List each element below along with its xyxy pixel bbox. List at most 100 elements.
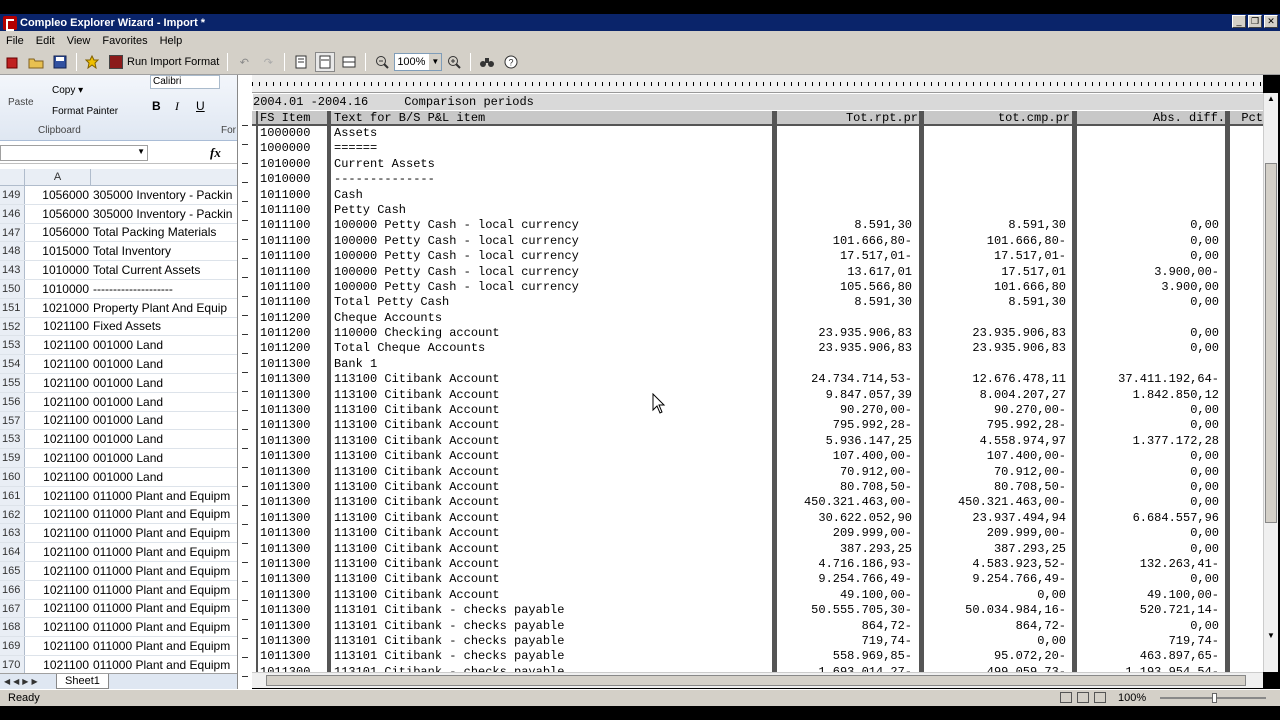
report-row[interactable]: 1011000 Cash	[252, 188, 1263, 203]
table-row[interactable]: 159 1021100 001000 Land	[0, 449, 237, 468]
row-number[interactable]: 146	[0, 204, 25, 223]
cell-a[interactable]: 1021100	[25, 357, 91, 371]
multi-page-icon[interactable]	[339, 52, 359, 72]
table-row[interactable]: 164 1021100 011000 Plant and Equipm	[0, 543, 237, 562]
row-number[interactable]: 163	[0, 524, 25, 543]
cell-b[interactable]: 011000 Plant and Equipm	[91, 507, 237, 521]
cell-b[interactable]: 001000 Land	[91, 413, 237, 427]
cell-a[interactable]: 1010000	[25, 263, 91, 277]
row-number[interactable]: 160	[0, 467, 25, 486]
cell-a[interactable]: 1021100	[25, 413, 91, 427]
cell-b[interactable]: 001000 Land	[91, 338, 237, 352]
report-row[interactable]: 1000000 ======	[252, 141, 1263, 156]
report-row[interactable]: 1011300 113101 Citibank - checks payable 7…	[252, 634, 1263, 649]
cell-b[interactable]: --------------------	[91, 282, 237, 296]
name-box[interactable]: ▼	[0, 145, 148, 161]
cell-a[interactable]: 1021100	[25, 470, 91, 484]
cell-a[interactable]: 1021100	[25, 601, 91, 615]
row-number[interactable]: 164	[0, 543, 25, 561]
row-number[interactable]: 147	[0, 223, 25, 242]
cell-b[interactable]: Fixed Assets	[91, 319, 237, 333]
cell-b[interactable]: 011000 Plant and Equipm	[91, 583, 237, 597]
row-number[interactable]: 148	[0, 242, 25, 261]
cell-a[interactable]: 1015000	[25, 244, 91, 258]
table-row[interactable]: 162 1021100 011000 Plant and Equipm	[0, 505, 237, 525]
table-row[interactable]: 161 1021100 011000 Plant and Equipm	[0, 486, 237, 506]
cell-b[interactable]: 011000 Plant and Equipm	[91, 639, 237, 653]
favorites-star-icon[interactable]	[83, 52, 103, 72]
table-row[interactable]: 170 1021100 011000 Plant and Equipm	[0, 655, 237, 675]
scroll-down-icon[interactable]: ▼	[1265, 630, 1277, 642]
scroll-up-icon[interactable]: ▲	[1265, 93, 1277, 105]
report-row[interactable]: 1011300 113100 Citibank Account 4.716.186,…	[252, 557, 1263, 572]
table-row[interactable]: 160 1021100 001000 Land	[0, 467, 237, 487]
help-icon[interactable]: ?	[501, 52, 521, 72]
cell-a[interactable]: 1021100	[25, 639, 91, 653]
redo-icon[interactable]: ↷	[258, 52, 278, 72]
bold-button[interactable]: B	[152, 99, 161, 113]
report-row[interactable]: 1011100 Petty Cash	[252, 203, 1263, 218]
page-layout-view-icon[interactable]	[1077, 692, 1089, 703]
cell-b[interactable]: Property Plant And Equip	[91, 301, 237, 315]
row-number[interactable]: 167	[0, 599, 25, 618]
report-row[interactable]: 1011200 Cheque Accounts	[252, 311, 1263, 326]
zoom-select[interactable]: 100% ▼	[394, 53, 443, 71]
table-row[interactable]: 150 1010000 --------------------	[0, 279, 237, 299]
zoom-in-icon[interactable]	[444, 52, 464, 72]
undo-icon[interactable]: ↶	[234, 52, 254, 72]
chevron-down-icon[interactable]: ▼	[429, 54, 442, 70]
cell-a[interactable]: 1021100	[25, 451, 91, 465]
page-width-icon[interactable]	[315, 52, 336, 72]
menu-edit[interactable]: Edit	[30, 35, 61, 47]
cell-b[interactable]: 001000 Land	[91, 395, 237, 409]
row-number[interactable]: 154	[0, 355, 25, 373]
table-row[interactable]: 167 1021100 011000 Plant and Equipm	[0, 599, 237, 619]
report-row[interactable]: 1011300 113101 Citibank - checks payable 5…	[252, 603, 1263, 618]
page-break-view-icon[interactable]	[1094, 692, 1106, 703]
cell-b[interactable]: Total Current Assets	[91, 263, 237, 277]
binoculars-icon[interactable]	[477, 52, 497, 72]
sheet-tab[interactable]: Sheet1	[56, 674, 109, 689]
select-all-corner[interactable]	[0, 169, 25, 186]
table-row[interactable]: 146 1056000 305000 Inventory - Packin	[0, 204, 237, 224]
row-number[interactable]: 157	[0, 411, 25, 430]
report-row[interactable]: 1011100 100000 Petty Cash - local currenc…	[252, 280, 1263, 295]
cell-b[interactable]: 011000 Plant and Equipm	[91, 601, 237, 615]
cell-b[interactable]: 305000 Inventory - Packin	[91, 188, 237, 202]
horizontal-scroll-thumb[interactable]	[266, 675, 1246, 686]
cell-b[interactable]: 001000 Land	[91, 376, 237, 390]
page-view-icon[interactable]	[291, 52, 311, 72]
close-button[interactable]: ✕	[1264, 15, 1278, 28]
cell-b[interactable]: 011000 Plant and Equipm	[91, 489, 237, 503]
table-row[interactable]: 148 1015000 Total Inventory	[0, 242, 237, 262]
minimize-button[interactable]: _	[1232, 15, 1246, 28]
cell-a[interactable]: 1021100	[25, 376, 91, 390]
report-row[interactable]: 1011200 110000 Checking account 23.935.906…	[252, 326, 1263, 341]
cell-b[interactable]: 001000 Land	[91, 451, 237, 465]
report-row[interactable]: 1011100 100000 Petty Cash - local currenc…	[252, 234, 1263, 249]
report-row[interactable]: 1011300 113100 Citibank Account 30.622.052…	[252, 511, 1263, 526]
run-import-format-button[interactable]: Run Import Format	[105, 55, 223, 69]
cell-a[interactable]: 1021100	[25, 395, 91, 409]
normal-view-icon[interactable]	[1060, 692, 1072, 703]
report-row[interactable]: 1011300 113100 Citibank Account 5.936.147,…	[252, 434, 1263, 449]
table-row[interactable]: 152 1021100 Fixed Assets	[0, 317, 237, 337]
cell-b[interactable]: 011000 Plant and Equipm	[91, 564, 237, 578]
format-painter-button[interactable]: Format Painter	[52, 106, 118, 117]
cell-b[interactable]: 305000 Inventory - Packin	[91, 207, 237, 221]
sheet-nav-arrows[interactable]: ◀◀▶▶	[0, 677, 56, 686]
cell-a[interactable]: 1021100	[25, 545, 91, 559]
table-row[interactable]: 157 1021100 001000 Land	[0, 411, 237, 431]
report-row[interactable]: 1010000 --------------	[252, 172, 1263, 187]
report-row[interactable]: 1011300 113100 Citibank Account 450.321.46…	[252, 495, 1263, 510]
cell-b[interactable]: 011000 Plant and Equipm	[91, 620, 237, 634]
table-row[interactable]: 147 1056000 Total Packing Materials	[0, 223, 237, 243]
vertical-scrollbar[interactable]: ▲ ▼	[1263, 93, 1278, 672]
row-number[interactable]: 150	[0, 279, 25, 298]
report-row[interactable]: 1011200 Total Cheque Accounts 23.935.906,8…	[252, 341, 1263, 356]
cell-b[interactable]: 001000 Land	[91, 432, 237, 446]
row-number[interactable]: 165	[0, 561, 25, 580]
table-row[interactable]: 155 1021100 001000 Land	[0, 373, 237, 393]
cell-b[interactable]: 011000 Plant and Equipm	[91, 545, 237, 559]
cell-b[interactable]: 001000 Land	[91, 357, 237, 371]
